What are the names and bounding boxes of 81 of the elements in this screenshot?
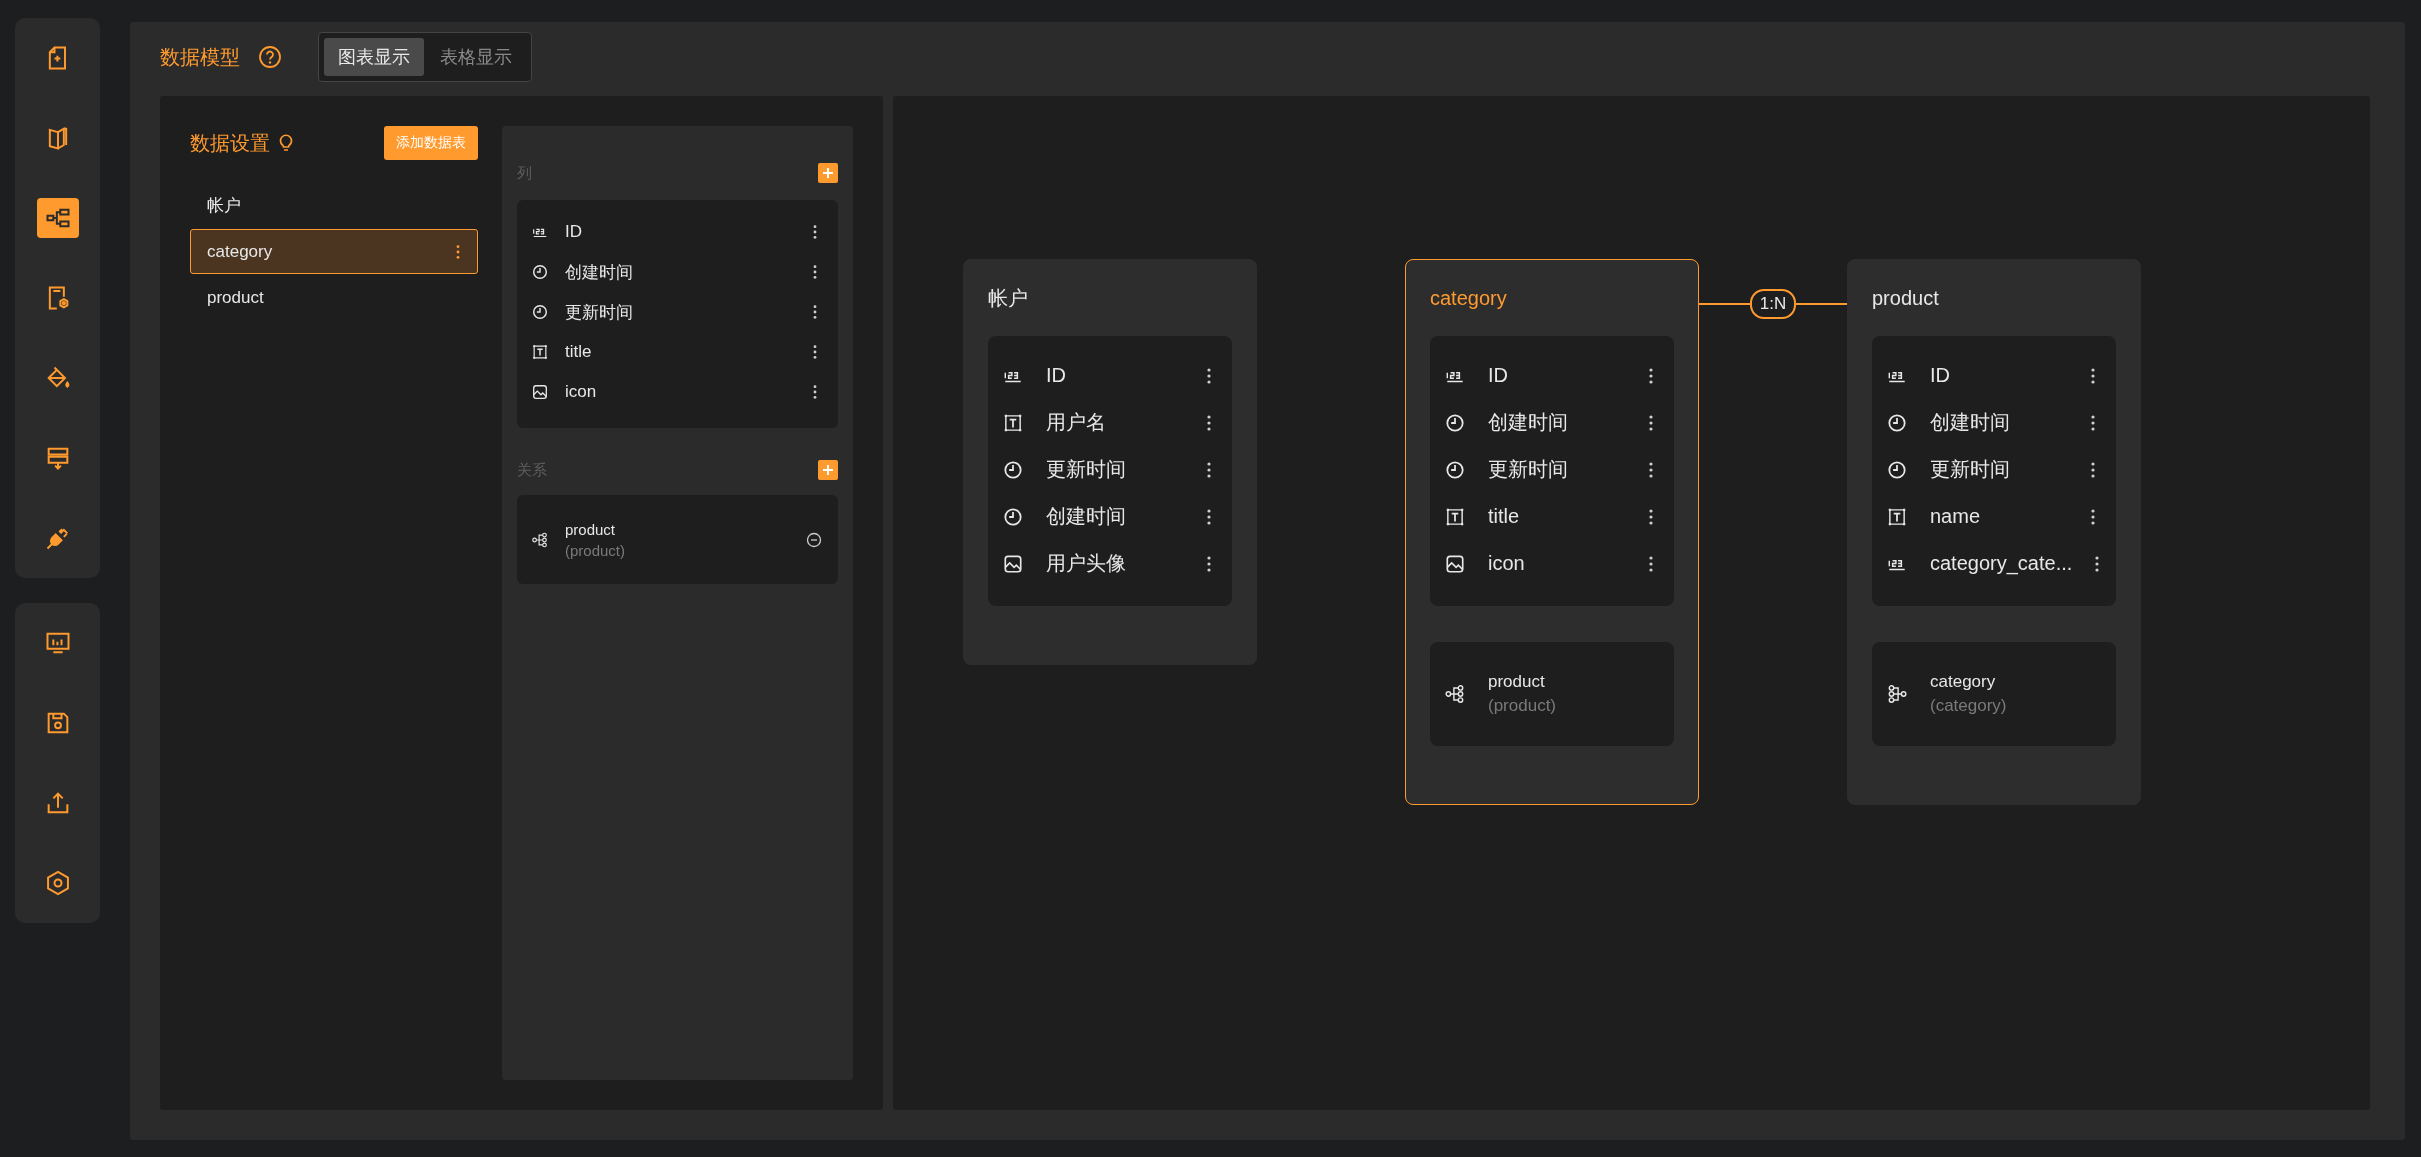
relation-name: product xyxy=(1488,672,1546,692)
field-name: 创建时间 xyxy=(1930,410,2011,435)
field-name: title xyxy=(1488,505,1521,528)
column-name: 创建时间 xyxy=(565,261,634,284)
field-name: name xyxy=(1930,505,1982,528)
more-icon[interactable] xyxy=(1206,554,1212,573)
remove-icon[interactable] xyxy=(806,531,822,548)
more-icon[interactable] xyxy=(2094,554,2101,573)
clock-icon xyxy=(1002,458,1024,481)
more-icon[interactable] xyxy=(812,384,818,400)
image-icon xyxy=(1444,552,1466,575)
more-icon[interactable] xyxy=(1206,460,1212,479)
connector-line xyxy=(1699,303,1750,305)
field-name: 更新时间 xyxy=(1046,457,1127,482)
branch-icon xyxy=(531,530,549,549)
merge-icon xyxy=(1886,683,1908,705)
clock-icon xyxy=(531,303,549,321)
field-name: ID xyxy=(1488,364,1509,387)
entity-name: category xyxy=(1430,285,1508,311)
field-name: 更新时间 xyxy=(1488,457,1569,482)
entity-card[interactable]: product ID 创建时间 更新时间 name category_cate... category (category) xyxy=(1847,259,2141,805)
more-icon[interactable] xyxy=(1206,366,1212,385)
more-icon[interactable] xyxy=(455,243,461,260)
more-icon[interactable] xyxy=(1648,507,1654,526)
field-name: 用户名 xyxy=(1046,410,1107,435)
field-name: 更新时间 xyxy=(1930,457,2011,482)
more-icon[interactable] xyxy=(1648,366,1654,385)
column-name: icon xyxy=(565,382,598,402)
more-icon[interactable] xyxy=(1206,413,1212,432)
column-name: title xyxy=(565,342,593,362)
table-item[interactable]: 帐户 xyxy=(190,183,478,228)
field-name: 创建时间 xyxy=(1046,504,1127,529)
plus-icon xyxy=(822,464,834,476)
more-icon[interactable] xyxy=(1648,460,1654,479)
field-name: 创建时间 xyxy=(1488,410,1569,435)
text-field-icon xyxy=(531,343,549,361)
more-icon[interactable] xyxy=(812,344,818,360)
view-tab[interactable]: 表格显示 xyxy=(426,38,526,76)
page-title: 数据模型 xyxy=(160,44,240,70)
view-tab[interactable]: 图表显示 xyxy=(324,38,424,76)
help-icon[interactable] xyxy=(258,45,282,69)
relation-name: category xyxy=(1930,672,1997,692)
entity-name: 帐户 xyxy=(988,285,1029,311)
more-icon[interactable] xyxy=(2090,366,2096,385)
table-item[interactable]: product xyxy=(190,275,478,320)
relation-target: (category) xyxy=(1930,696,2008,716)
section-title: 数据设置 xyxy=(190,130,270,156)
clock-icon xyxy=(531,263,549,281)
field-name: icon xyxy=(1488,552,1526,575)
entity-card[interactable]: category ID 创建时间 更新时间 title icon product (product) xyxy=(1405,259,1699,805)
field-name: ID xyxy=(1046,364,1067,387)
more-icon[interactable] xyxy=(2090,507,2096,526)
image-icon xyxy=(531,383,549,401)
entity-name: product xyxy=(1872,285,1940,311)
plus-icon xyxy=(822,167,834,179)
sidebar-button[interactable] xyxy=(36,198,79,238)
column-name: 更新时间 xyxy=(565,301,634,324)
field-name: 用户头像 xyxy=(1046,551,1127,576)
clock-icon xyxy=(1002,505,1024,528)
column-name: ID xyxy=(565,222,583,242)
entity-card[interactable]: 帐户 ID 用户名 更新时间 创建时间 用户头像 xyxy=(963,259,1257,665)
more-icon[interactable] xyxy=(1206,507,1212,526)
image-icon xyxy=(1002,552,1024,575)
relation-target: (product) xyxy=(1488,696,1558,716)
more-icon[interactable] xyxy=(812,304,818,320)
more-icon[interactable] xyxy=(1648,554,1654,573)
more-icon[interactable] xyxy=(812,264,818,280)
relation-target: (product) xyxy=(565,541,627,559)
more-icon[interactable] xyxy=(2090,413,2096,432)
table-item[interactable]: category xyxy=(190,229,478,274)
cardinality-label: 1:N xyxy=(1749,289,1797,319)
add-column-button[interactable] xyxy=(818,163,838,183)
connector-line xyxy=(1796,303,1847,305)
field-name: ID xyxy=(1930,364,1951,387)
relation-name: product xyxy=(565,520,617,538)
branch-icon xyxy=(1444,683,1466,705)
add-relation-button[interactable] xyxy=(818,460,838,480)
more-icon[interactable] xyxy=(2090,460,2096,479)
more-icon[interactable] xyxy=(812,224,818,240)
field-name: category_cate... xyxy=(1930,552,2073,575)
more-icon[interactable] xyxy=(1648,413,1654,432)
